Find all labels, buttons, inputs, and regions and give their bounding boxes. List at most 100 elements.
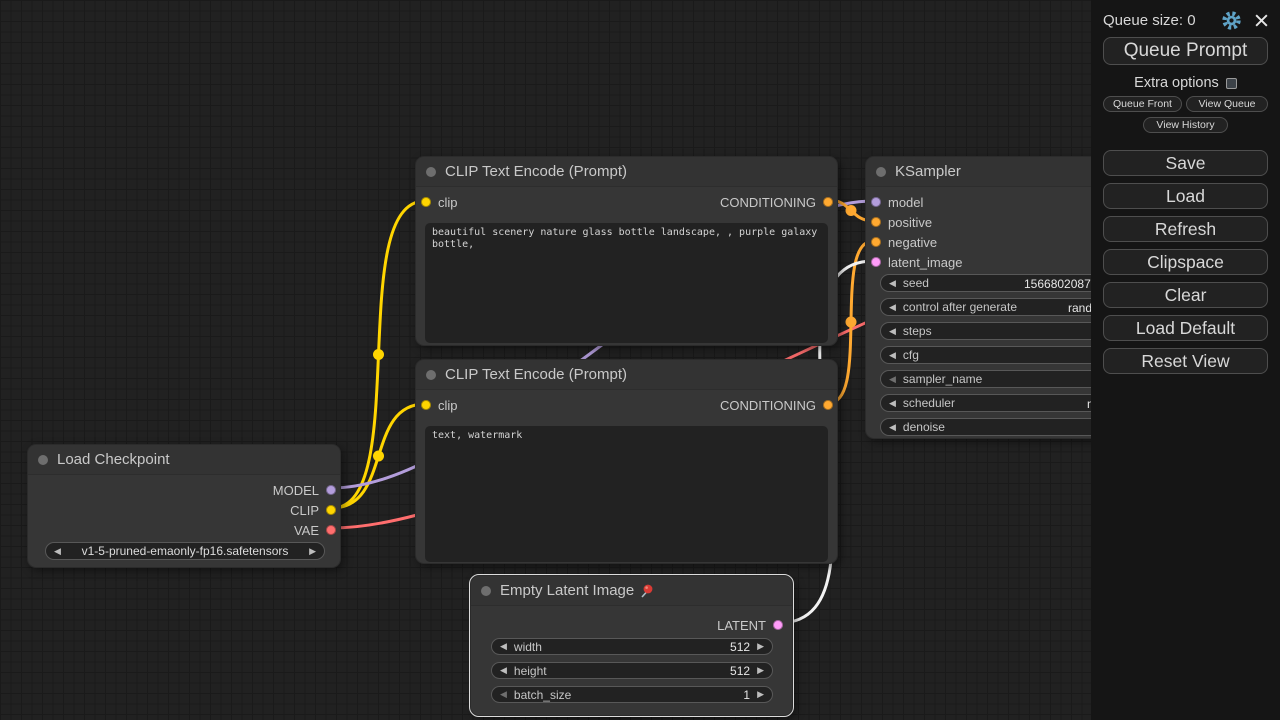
output-port-clip[interactable]: CLIP [290,503,336,517]
queue-size-label: Queue size: 0 [1103,12,1209,29]
output-port-model[interactable]: MODEL [273,483,336,497]
prev-arrow-icon[interactable]: ◀ [889,327,896,336]
node-clip-text-encode-negative[interactable]: CLIP Text Encode (Prompt) clip CONDITION… [415,359,838,564]
port-dot-clip[interactable] [421,197,431,207]
widget-value: 1 [743,688,750,702]
close-icon[interactable] [1254,13,1269,28]
extra-options-label: Extra options [1134,75,1219,91]
load-default-button[interactable]: Load Default [1103,315,1268,341]
port-dot-latent[interactable] [871,257,881,267]
port-dot-model[interactable] [871,197,881,207]
port-dot-conditioning[interactable] [823,197,833,207]
node-clip-text-encode-positive[interactable]: CLIP Text Encode (Prompt) clip CONDITION… [415,156,838,346]
prev-arrow-icon[interactable]: ◀ [889,399,896,408]
reset-view-button[interactable]: Reset View [1103,348,1268,374]
widget-label: cfg [903,348,919,362]
port-dot-model[interactable] [326,485,336,495]
collapse-dot-icon[interactable] [426,370,436,380]
collapse-dot-icon[interactable] [481,586,491,596]
input-port-model[interactable]: model [871,195,923,209]
prev-arrow-icon[interactable]: ◀ [500,666,507,675]
widget-value: 1566802087 [1024,277,1091,291]
refresh-button[interactable]: Refresh [1103,216,1268,242]
prev-arrow-icon[interactable]: ◀ [889,351,896,360]
collapse-dot-icon[interactable] [426,167,436,177]
collapse-dot-icon[interactable] [38,455,48,465]
next-arrow-icon[interactable]: ▶ [757,666,764,675]
queue-prompt-button[interactable]: Queue Prompt [1103,37,1268,65]
node-title: Load Checkpoint [57,451,170,468]
clear-button[interactable]: Clear [1103,282,1268,308]
node-title-bar[interactable]: Load Checkpoint [28,445,340,475]
prev-arrow-icon[interactable]: ◀ [500,690,507,699]
batch-size-widget[interactable]: ◀ batch_size 1 ▶ [491,686,773,703]
next-arrow-icon[interactable]: ▶ [757,690,764,699]
port-dot-conditioning[interactable] [871,217,881,227]
prev-arrow-icon[interactable]: ◀ [889,423,896,432]
output-port-conditioning[interactable]: CONDITIONING [720,195,833,209]
prev-arrow-icon[interactable]: ◀ [889,303,896,312]
node-load-checkpoint[interactable]: Load Checkpoint MODEL CLIP VAE ◀ v1-5-pr… [27,444,341,568]
port-label: LATENT [717,618,766,633]
input-port-positive[interactable]: positive [871,215,932,229]
widget-label: steps [903,324,932,338]
port-label: clip [438,398,458,413]
port-label: CONDITIONING [720,195,816,210]
width-widget[interactable]: ◀ width 512 ▶ [491,638,773,655]
view-queue-button[interactable]: View Queue [1186,96,1268,112]
settings-gear-icon[interactable] [1221,10,1242,31]
view-history-button[interactable]: View History [1143,117,1228,133]
port-dot-clip[interactable] [326,505,336,515]
widget-value: 512 [730,640,750,654]
port-dot-conditioning[interactable] [871,237,881,247]
input-port-latent-image[interactable]: latent_image [871,255,962,269]
load-button[interactable]: Load [1103,183,1268,209]
input-port-clip[interactable]: clip [421,398,458,412]
port-dot-clip[interactable] [421,400,431,410]
node-title: Empty Latent Image [500,582,634,599]
input-port-negative[interactable]: negative [871,235,937,249]
clipspace-button[interactable]: Clipspace [1103,249,1268,275]
collapse-dot-icon[interactable] [876,167,886,177]
node-title: CLIP Text Encode (Prompt) [445,163,627,180]
ckpt-name-widget[interactable]: ◀ v1-5-pruned-emaonly-fp16.safetensors ▶ [45,542,325,560]
output-port-conditioning[interactable]: CONDITIONING [720,398,833,412]
node-empty-latent-image[interactable]: Empty Latent Image LATENT ◀ width 512 ▶ … [470,575,793,716]
node-title-bar[interactable]: CLIP Text Encode (Prompt) [416,157,837,187]
ckpt-name-value: v1-5-pruned-emaonly-fp16.safetensors [68,544,302,558]
pushpin-icon [638,583,654,599]
output-port-latent[interactable]: LATENT [717,618,783,632]
node-title-bar[interactable]: Empty Latent Image [471,576,792,606]
node-title: CLIP Text Encode (Prompt) [445,366,627,383]
prev-arrow-icon[interactable]: ◀ [54,547,61,556]
prev-arrow-icon[interactable]: ◀ [889,279,896,288]
port-label: model [888,195,923,210]
input-port-clip[interactable]: clip [421,195,458,209]
port-label: latent_image [888,255,962,270]
widget-label: scheduler [903,396,955,410]
prompt-textarea[interactable]: beautiful scenery nature glass bottle la… [425,223,828,343]
prompt-textarea[interactable]: text, watermark [425,426,828,562]
port-label: negative [888,235,937,250]
widget-value: 512 [730,664,750,678]
prev-arrow-icon[interactable]: ◀ [889,375,896,384]
widget-label: width [514,640,542,654]
next-arrow-icon[interactable]: ▶ [309,547,316,556]
port-dot-latent[interactable] [773,620,783,630]
port-dot-vae[interactable] [326,525,336,535]
menu-panel: Queue size: 0 Queue Prompt Extra options… [1091,0,1280,720]
output-port-vae[interactable]: VAE [294,523,336,537]
extra-options-checkbox[interactable] [1226,78,1237,89]
port-label: CONDITIONING [720,398,816,413]
save-button[interactable]: Save [1103,150,1268,176]
prev-arrow-icon[interactable]: ◀ [500,642,507,651]
port-label: positive [888,215,932,230]
port-label: clip [438,195,458,210]
node-title: KSampler [895,163,961,180]
port-dot-conditioning[interactable] [823,400,833,410]
node-title-bar[interactable]: CLIP Text Encode (Prompt) [416,360,837,390]
port-label: CLIP [290,503,319,518]
height-widget[interactable]: ◀ height 512 ▶ [491,662,773,679]
queue-front-button[interactable]: Queue Front [1103,96,1182,112]
next-arrow-icon[interactable]: ▶ [757,642,764,651]
